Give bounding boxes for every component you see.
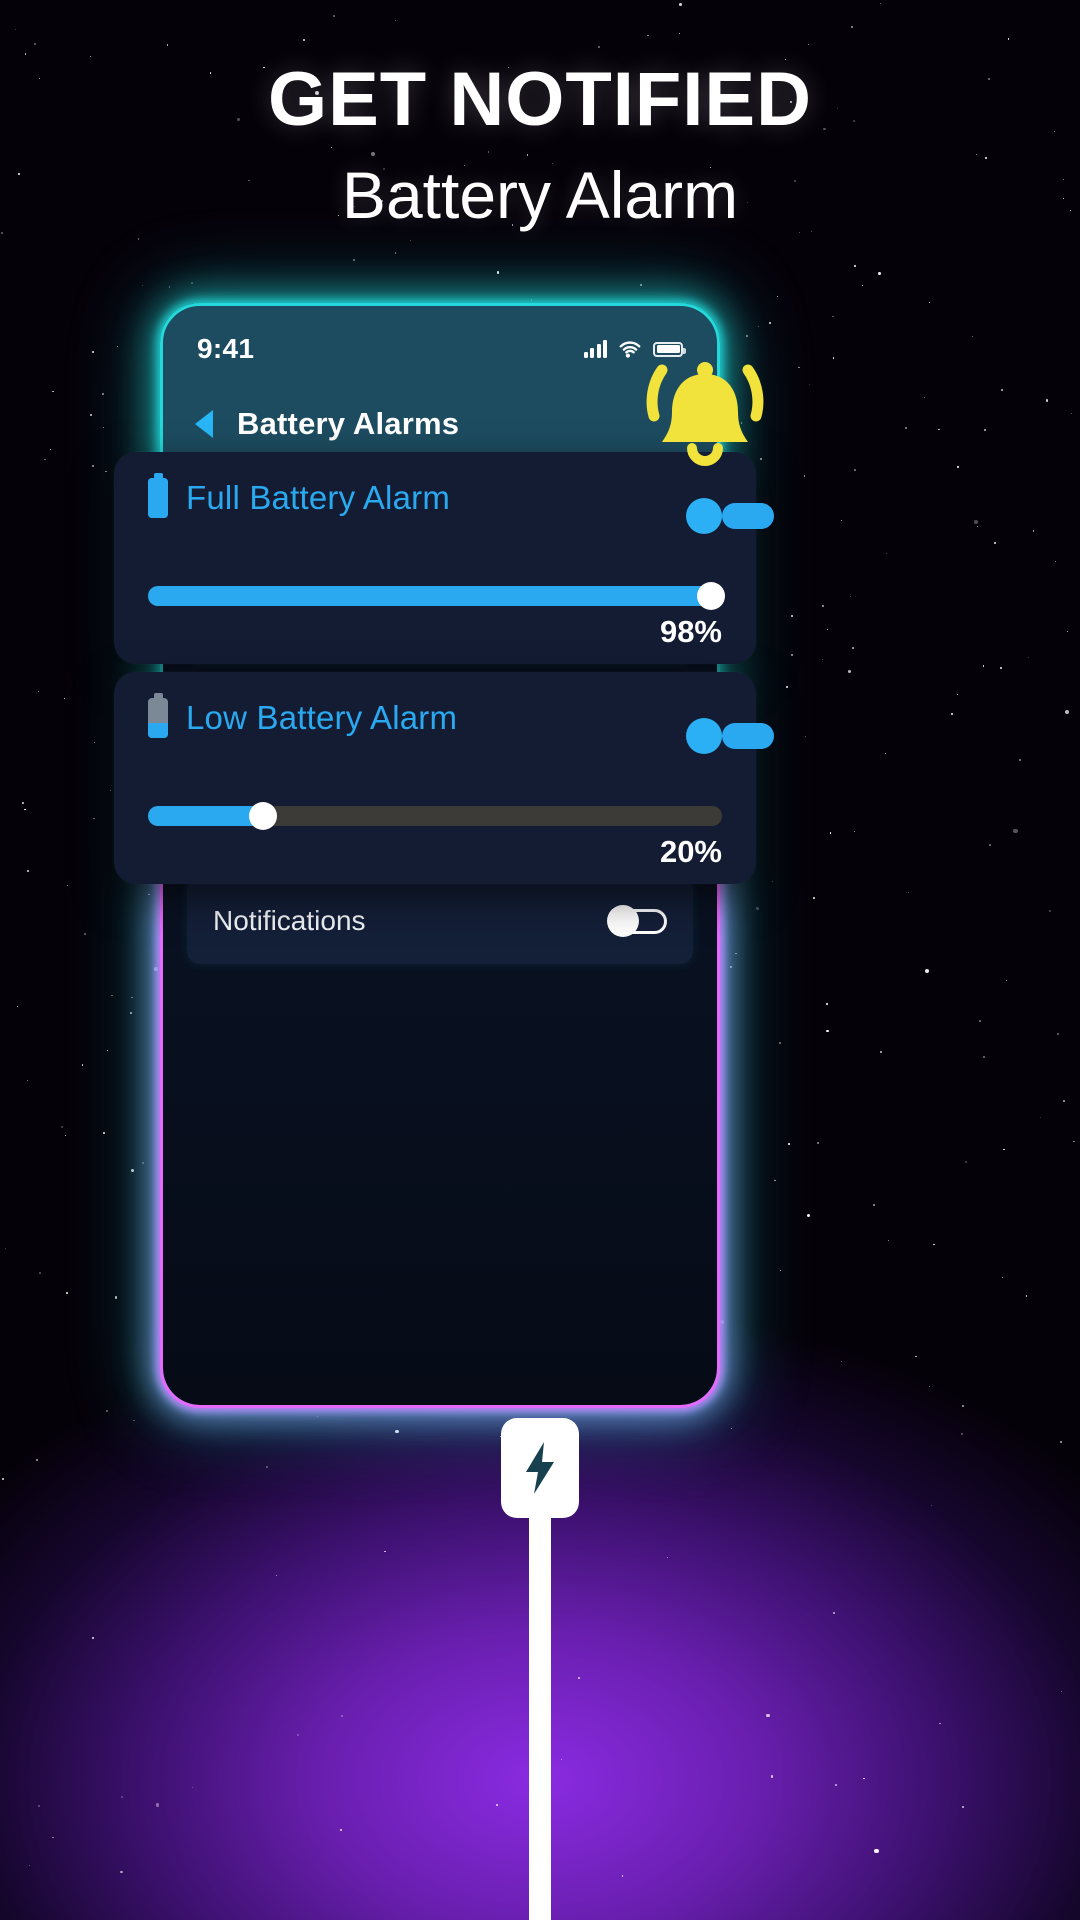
signal-bars-icon — [583, 340, 607, 358]
alarm-card-full-battery[interactable]: Full Battery Alarm 98% — [114, 452, 774, 664]
lightning-bolt-icon — [526, 1442, 554, 1494]
threshold-value-label: 20% — [659, 834, 722, 869]
threshold-value-label: 98% — [659, 614, 722, 649]
page-title: Battery Alarms — [237, 406, 460, 441]
alarm-card-header: Low Battery Alarm — [114, 672, 774, 754]
threshold-slider[interactable] — [148, 582, 725, 610]
promo-headline: GET NOTIFIED — [268, 57, 812, 142]
alarm-card-low-battery[interactable]: Low Battery Alarm 20% — [114, 672, 774, 884]
battery-full-icon — [653, 341, 686, 357]
promo-heading-block: GET NOTIFIED Battery Alarm — [0, 62, 1080, 231]
app-nav-bar: Battery Alarms — [163, 394, 717, 454]
promo-subheadline: Battery Alarm — [341, 158, 739, 232]
charger-head — [501, 1418, 579, 1518]
alarm-card-title: Full Battery Alarm — [186, 479, 451, 516]
settings-row-notifications[interactable]: Notifications — [187, 878, 693, 964]
settings-row-label: Notifications — [213, 905, 366, 936]
status-bar-icons — [583, 340, 686, 358]
charger-cord — [529, 1518, 551, 1920]
charger-plug-icon — [402, 1418, 678, 1920]
notification-bell-icon — [646, 362, 764, 466]
threshold-slider[interactable] — [148, 802, 722, 830]
promo-screenshot: GET NOTIFIED Battery Alarm 9:41 Battery … — [0, 0, 1080, 1920]
back-triangle-icon[interactable] — [195, 410, 213, 438]
battery-low-icon — [148, 693, 168, 738]
settings-row-toggle[interactable] — [607, 905, 667, 937]
status-bar-time: 9:41 — [197, 333, 255, 364]
status-bar: 9:41 — [163, 328, 717, 370]
battery-full-icon — [148, 473, 168, 518]
wifi-icon — [619, 341, 641, 358]
alarm-card-title: Low Battery Alarm — [186, 699, 458, 736]
